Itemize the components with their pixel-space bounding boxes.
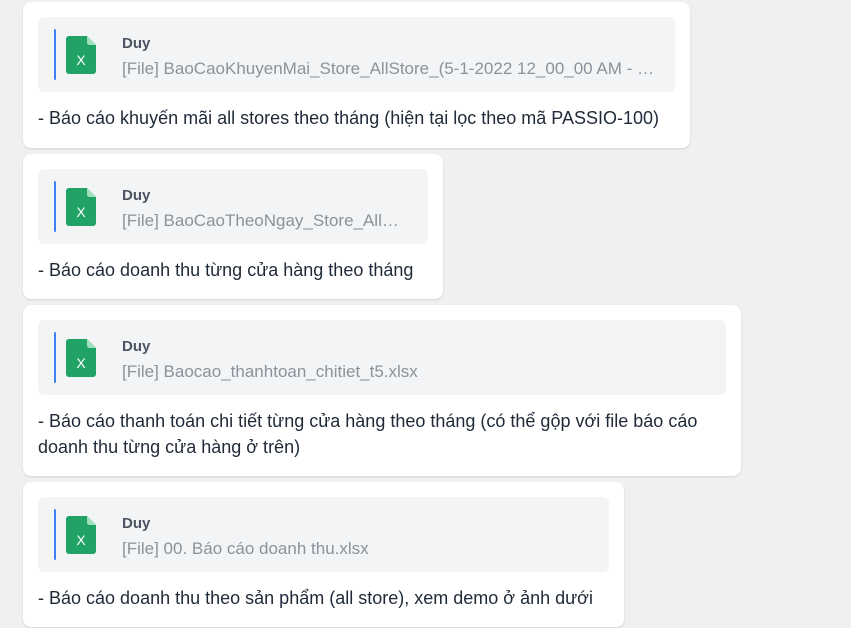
quote-file-name[interactable]: [File] BaoCaoTheoNgay_Store_AllStore.xls… bbox=[122, 211, 408, 231]
message-bubble[interactable]: X Duy [File] 00. Báo cáo doanh thu.xlsx … bbox=[23, 482, 624, 627]
quote-author: Duy bbox=[122, 338, 151, 355]
excel-file-icon: X bbox=[66, 188, 96, 226]
excel-file-icon: X bbox=[66, 516, 96, 554]
message-bubble[interactable]: X Duy [File] BaoCaoTheoNgay_Store_AllSto… bbox=[23, 154, 443, 299]
quote-file-name[interactable]: [File] 00. Báo cáo doanh thu.xlsx bbox=[122, 539, 589, 559]
quote-file-name[interactable]: [File] Baocao_thanhtoan_chitiet_t5.xlsx bbox=[122, 362, 706, 382]
quote-file-name[interactable]: [File] BaoCaoKhuyenMai_Store_AllStore_(5… bbox=[122, 59, 655, 79]
quote-bar bbox=[54, 332, 56, 383]
quote-author: Duy bbox=[122, 187, 151, 204]
quoted-file-attachment[interactable]: X Duy [File] Baocao_thanhtoan_chitiet_t5… bbox=[38, 320, 726, 395]
quote-author: Duy bbox=[122, 35, 151, 52]
quoted-file-attachment[interactable]: X Duy [File] BaoCaoKhuyenMai_Store_AllSt… bbox=[38, 17, 675, 92]
message-text: - Báo cáo doanh thu từng cửa hàng theo t… bbox=[38, 260, 414, 280]
excel-file-icon: X bbox=[66, 339, 96, 377]
excel-file-icon: X bbox=[66, 36, 96, 74]
quoted-file-attachment[interactable]: X Duy [File] 00. Báo cáo doanh thu.xlsx bbox=[38, 497, 609, 572]
quote-bar bbox=[54, 181, 56, 232]
message-bubble[interactable]: X Duy [File] BaoCaoKhuyenMai_Store_AllSt… bbox=[23, 2, 690, 148]
svg-text:X: X bbox=[76, 204, 86, 220]
svg-text:X: X bbox=[76, 355, 86, 371]
quote-author: Duy bbox=[122, 515, 151, 532]
quoted-file-attachment[interactable]: X Duy [File] BaoCaoTheoNgay_Store_AllSto… bbox=[38, 169, 428, 244]
message-bubble[interactable]: X Duy [File] Baocao_thanhtoan_chitiet_t5… bbox=[23, 305, 741, 476]
svg-text:X: X bbox=[76, 52, 86, 68]
message-text: - Báo cáo doanh thu theo sản phẩm (all s… bbox=[38, 588, 593, 608]
quote-bar bbox=[54, 29, 56, 80]
svg-text:X: X bbox=[76, 532, 86, 548]
quote-bar bbox=[54, 509, 56, 560]
message-text: - Báo cáo khuyến mãi all stores theo thá… bbox=[38, 108, 659, 128]
message-text: - Báo cáo thanh toán chi tiết từng cửa h… bbox=[38, 411, 698, 457]
